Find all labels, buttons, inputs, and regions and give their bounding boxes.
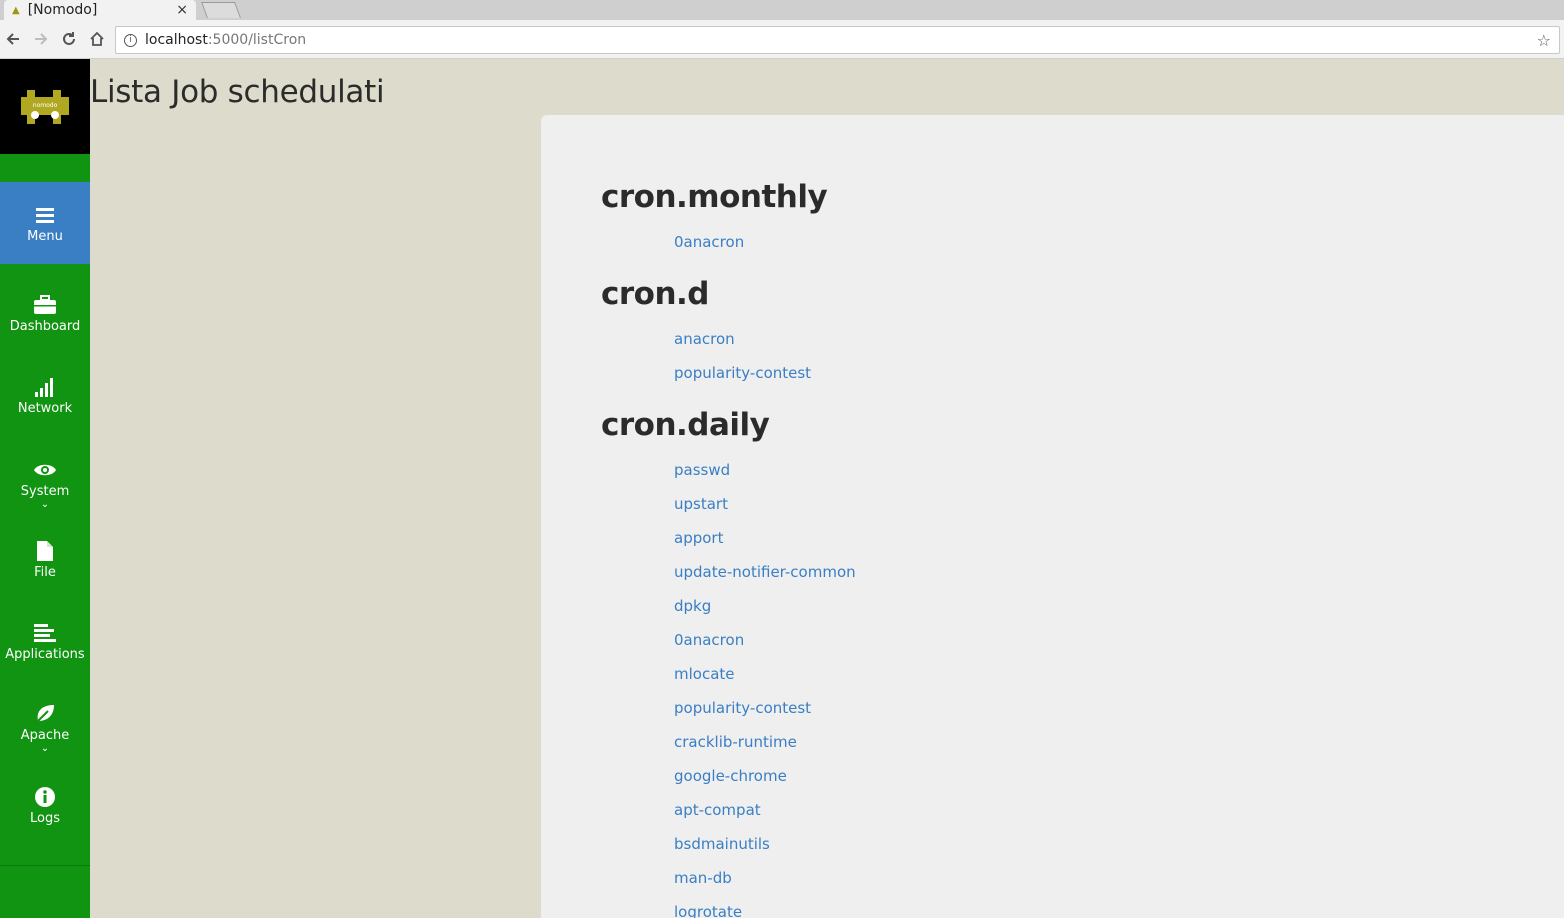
home-icon[interactable] (87, 29, 107, 49)
sidebar-item-label: Apache (20, 727, 70, 743)
job-link[interactable]: update-notifier-common (674, 563, 856, 581)
sidebar-item-logs[interactable]: Logs (0, 764, 90, 846)
browser-tab[interactable]: ▲ [Nomodo] × (4, 0, 196, 20)
job-link[interactable]: apport (674, 529, 723, 547)
section-title-cron-monthly: cron.monthly (601, 179, 828, 215)
sidebar-item-label: Applications (5, 646, 85, 662)
section-title-cron-d: cron.d (601, 276, 710, 312)
browser-tab-bar: ▲ [Nomodo] × (0, 0, 1564, 20)
sidebar-item-label: Logs (30, 810, 60, 826)
signal-bars-icon (35, 375, 55, 399)
sidebar-item-file[interactable]: File (0, 518, 90, 600)
url-path: :5000/listCron (207, 32, 307, 48)
job-link[interactable]: popularity-contest (674, 364, 811, 382)
eye-icon (33, 458, 57, 482)
url-host: localhost (145, 32, 208, 48)
job-link[interactable]: cracklib-runtime (674, 733, 797, 751)
sidebar-divider (0, 865, 90, 866)
favicon-icon: ▲ (12, 4, 20, 16)
job-link[interactable]: apt-compat (674, 801, 761, 819)
file-icon (37, 539, 53, 563)
job-link[interactable]: popularity-contest (674, 699, 811, 717)
leaf-icon (34, 702, 56, 726)
job-link[interactable]: 0anacron (674, 631, 744, 649)
sidebar: nomodo Menu Dashboard Network System ⌄ F… (0, 59, 90, 918)
chevron-down-icon: ⌄ (40, 742, 50, 754)
forward-arrow-icon[interactable] (31, 29, 51, 49)
sidebar-item-apache[interactable]: Apache ⌄ (0, 686, 90, 768)
sidebar-item-label: Dashboard (9, 318, 81, 334)
sidebar-item-label: Menu (27, 228, 63, 244)
tab-title: [Nomodo] (27, 2, 98, 18)
section-title-cron-daily: cron.daily (601, 407, 770, 443)
briefcase-icon (34, 293, 56, 317)
sidebar-item-label: File (34, 564, 56, 580)
new-tab-button[interactable] (201, 2, 241, 18)
job-link[interactable]: dpkg (674, 597, 711, 615)
job-link[interactable]: upstart (674, 495, 728, 513)
job-link[interactable]: logrotate (674, 903, 742, 918)
site-info-icon[interactable]: i (124, 33, 137, 47)
sidebar-item-applications[interactable]: Applications (0, 600, 90, 682)
svg-text:nomodo: nomodo (33, 102, 58, 109)
chevron-down-icon: ⌄ (40, 498, 50, 510)
job-link[interactable]: google-chrome (674, 767, 787, 785)
reload-icon[interactable] (59, 29, 79, 49)
sidebar-item-dashboard[interactable]: Dashboard (0, 272, 90, 354)
job-link[interactable]: man-db (674, 869, 732, 887)
sidebar-item-menu[interactable]: Menu (0, 182, 90, 264)
address-bar[interactable]: i localhost :5000/listCron ☆ (115, 26, 1560, 54)
align-left-icon (34, 621, 56, 645)
sidebar-item-label: Network (17, 400, 73, 416)
job-link[interactable]: 0anacron (674, 233, 744, 251)
puzzle-logo-icon: nomodo (21, 89, 69, 124)
page-title: Lista Job schedulati (90, 74, 385, 110)
sidebar-item-system[interactable]: System ⌄ (0, 442, 90, 524)
app-logo[interactable]: nomodo (0, 59, 90, 154)
hamburger-icon (36, 203, 54, 227)
back-arrow-icon[interactable] (3, 29, 23, 49)
info-circle-icon (34, 785, 56, 809)
browser-toolbar: i localhost :5000/listCron ☆ (0, 20, 1564, 59)
sidebar-item-network[interactable]: Network (0, 354, 90, 436)
job-link[interactable]: anacron (674, 330, 735, 348)
bookmark-star-icon[interactable]: ☆ (1537, 31, 1551, 50)
cron-list-panel: cron.monthly 0anacron cron.d anacron pop… (541, 115, 1564, 918)
job-link[interactable]: passwd (674, 461, 730, 479)
sidebar-item-label: System (20, 483, 70, 499)
job-link[interactable]: bsdmainutils (674, 835, 770, 853)
close-tab-icon[interactable]: × (176, 2, 188, 18)
job-link[interactable]: mlocate (674, 665, 735, 683)
